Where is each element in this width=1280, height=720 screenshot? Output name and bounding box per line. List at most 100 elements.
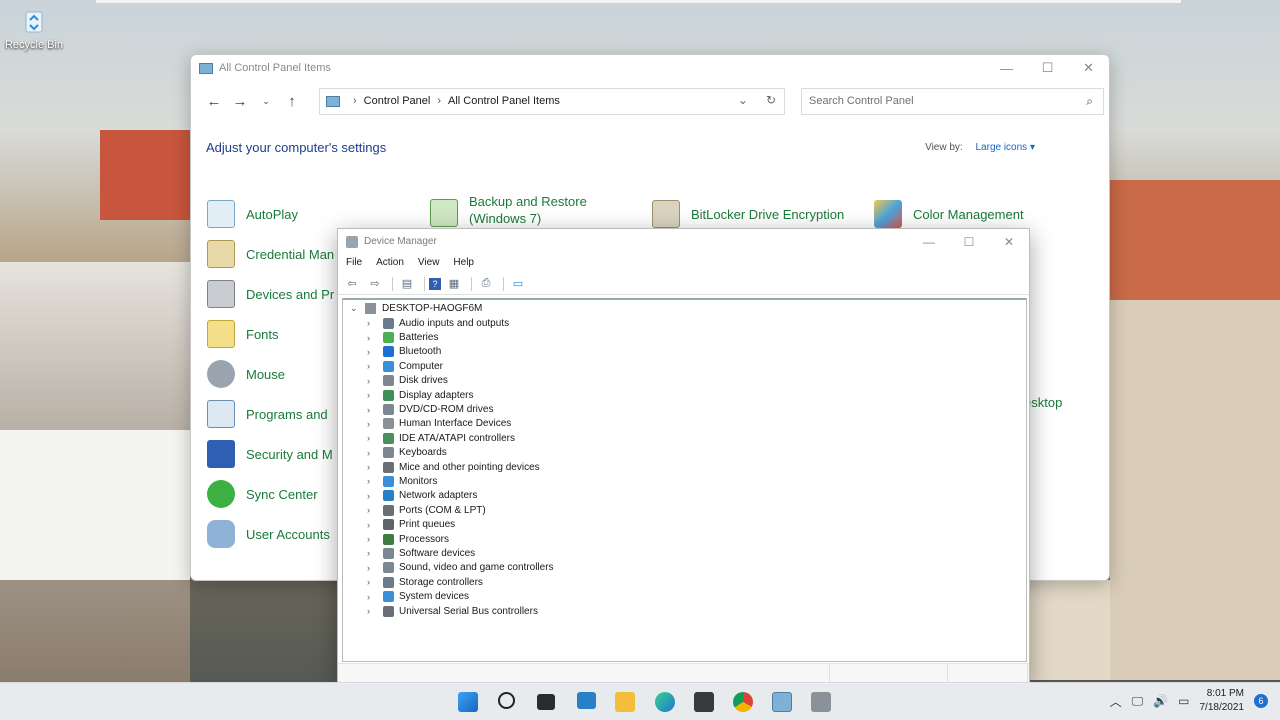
- volume-icon[interactable]: 🔊: [1153, 694, 1168, 708]
- task-view-icon[interactable]: [537, 694, 555, 710]
- widgets-icon[interactable]: [577, 692, 596, 709]
- device-category-item[interactable]: › Network adapters: [343, 489, 1026, 503]
- chevron-right-icon[interactable]: ›: [367, 318, 377, 328]
- minimize-button[interactable]: —: [909, 229, 949, 254]
- device-category-item[interactable]: › Print queues: [343, 517, 1026, 531]
- chevron-right-icon[interactable]: ›: [367, 462, 377, 472]
- forward-arrow-icon[interactable]: ⇨: [365, 276, 385, 292]
- device-category-item[interactable]: › Mice and other pointing devices: [343, 460, 1026, 474]
- device-category-item[interactable]: › DVD/CD-ROM drives: [343, 402, 1026, 416]
- show-hidden-icons-chevron-icon[interactable]: ︿: [1110, 693, 1122, 710]
- monitor-icon[interactable]: ▭: [508, 276, 528, 292]
- control-panel-taskbar-icon[interactable]: [772, 692, 792, 712]
- recycle-bin[interactable]: Recycle Bin: [4, 6, 64, 51]
- cp-item-programs-features[interactable]: Programs and: [207, 400, 328, 428]
- file-explorer-icon[interactable]: [615, 692, 635, 712]
- breadcrumb-all-items[interactable]: All Control Panel Items: [448, 95, 560, 107]
- cp-item-autoplay[interactable]: AutoPlay: [207, 200, 298, 228]
- cp-item-color-management[interactable]: Color Management: [874, 200, 1024, 228]
- device-category-item[interactable]: › Ports (COM & LPT): [343, 503, 1026, 517]
- menu-help[interactable]: Help: [453, 257, 474, 268]
- scan-hardware-icon[interactable]: ⎙: [476, 276, 496, 292]
- cp-item-sync-center[interactable]: Sync Center: [207, 480, 318, 508]
- chevron-right-icon[interactable]: ›: [367, 448, 377, 458]
- search-icon[interactable]: [498, 692, 515, 709]
- device-category-item[interactable]: › Software devices: [343, 546, 1026, 560]
- device-category-item[interactable]: › Bluetooth: [343, 345, 1026, 359]
- up-arrow-icon[interactable]: ↑: [279, 88, 305, 114]
- help-icon[interactable]: ?: [429, 277, 441, 290]
- chevron-down-icon[interactable]: ⌄: [350, 303, 360, 314]
- chevron-right-icon[interactable]: ›: [367, 347, 377, 357]
- chevron-right-icon[interactable]: ›: [367, 405, 377, 415]
- battery-icon[interactable]: ▭: [1178, 694, 1189, 708]
- chevron-right-icon[interactable]: ›: [367, 476, 377, 486]
- device-category-item[interactable]: › Disk drives: [343, 374, 1026, 388]
- chevron-right-icon[interactable]: ›: [367, 606, 377, 616]
- device-manager-taskbar-icon[interactable]: [811, 692, 831, 712]
- address-dropdown-icon[interactable]: ⌄: [738, 93, 748, 107]
- chevron-right-icon[interactable]: ›: [367, 333, 377, 343]
- device-category-item[interactable]: › IDE ATA/ATAPI controllers: [343, 431, 1026, 445]
- recent-locations-chevron-icon[interactable]: ⌄: [253, 88, 279, 114]
- close-button[interactable]: ✕: [989, 229, 1029, 254]
- search-icon[interactable]: ⌕: [1086, 94, 1093, 109]
- close-button[interactable]: ✕: [1068, 55, 1109, 81]
- view-by-dropdown[interactable]: Large icons ▾: [975, 142, 1035, 153]
- chevron-right-icon[interactable]: ›: [367, 534, 377, 544]
- device-category-item[interactable]: › Sound, video and game controllers: [343, 561, 1026, 575]
- cp-item-bitlocker[interactable]: BitLocker Drive Encryption: [652, 200, 844, 228]
- chevron-right-icon[interactable]: ›: [367, 592, 377, 602]
- device-category-item[interactable]: › Monitors: [343, 474, 1026, 488]
- device-category-item[interactable]: › System devices: [343, 589, 1026, 603]
- device-category-item[interactable]: › Keyboards: [343, 446, 1026, 460]
- chrome-icon[interactable]: [733, 692, 753, 712]
- chevron-right-icon[interactable]: ›: [367, 419, 377, 429]
- show-hide-console-tree-icon[interactable]: ▤: [397, 276, 417, 292]
- network-icon[interactable]: 🖵: [1132, 694, 1144, 709]
- chevron-right-icon[interactable]: ›: [367, 361, 377, 371]
- store-icon[interactable]: [694, 692, 714, 712]
- search-input[interactable]: Search Control Panel ⌕: [801, 87, 1104, 115]
- chevron-right-icon[interactable]: ›: [367, 548, 377, 558]
- cp-item-credential-manager[interactable]: Credential Man: [207, 240, 334, 268]
- menu-action[interactable]: Action: [376, 257, 404, 268]
- cp-item-devices-printers[interactable]: Devices and Pr: [207, 280, 334, 308]
- address-bar[interactable]: › Control Panel › All Control Panel Item…: [319, 87, 785, 115]
- chevron-right-icon[interactable]: ›: [367, 491, 377, 501]
- chevron-right-icon[interactable]: ›: [367, 505, 377, 515]
- device-category-item[interactable]: › Storage controllers: [343, 575, 1026, 589]
- chevron-right-icon[interactable]: ›: [367, 577, 377, 587]
- cp-item-user-accounts[interactable]: User Accounts: [207, 520, 330, 548]
- device-category-item[interactable]: › Processors: [343, 532, 1026, 546]
- chevron-right-icon[interactable]: ›: [367, 376, 377, 386]
- maximize-button[interactable]: ☐: [1027, 55, 1068, 81]
- device-category-item[interactable]: › Batteries: [343, 330, 1026, 344]
- back-arrow-icon[interactable]: ⇦: [342, 276, 362, 292]
- chevron-right-icon[interactable]: ›: [367, 390, 377, 400]
- chevron-right-icon[interactable]: ›: [367, 433, 377, 443]
- forward-arrow-icon[interactable]: →: [227, 88, 253, 114]
- minimize-button[interactable]: —: [986, 55, 1027, 81]
- refresh-icon[interactable]: ↻: [766, 93, 776, 107]
- back-arrow-icon[interactable]: ←: [201, 88, 227, 114]
- device-category-item[interactable]: › Computer: [343, 359, 1026, 373]
- device-category-item[interactable]: › Display adapters: [343, 388, 1026, 402]
- properties-icon[interactable]: ▦: [444, 276, 464, 292]
- chevron-right-icon[interactable]: ›: [367, 563, 377, 573]
- cp-item-mouse[interactable]: Mouse: [207, 360, 285, 388]
- maximize-button[interactable]: ☐: [949, 229, 989, 254]
- notification-badge[interactable]: 6: [1254, 694, 1268, 708]
- tree-root[interactable]: ⌄ DESKTOP-HAOGF6M: [343, 301, 1026, 316]
- device-category-item[interactable]: › Human Interface Devices: [343, 417, 1026, 431]
- device-category-item[interactable]: › Audio inputs and outputs: [343, 316, 1026, 330]
- menu-file[interactable]: File: [346, 257, 362, 268]
- cp-item-backup-restore[interactable]: Backup and Restore (Windows 7): [430, 193, 587, 227]
- clock[interactable]: 8:01 PM 7/18/2021: [1200, 687, 1245, 715]
- chevron-right-icon[interactable]: ›: [367, 520, 377, 530]
- start-icon[interactable]: [458, 692, 478, 712]
- device-category-item[interactable]: › Universal Serial Bus controllers: [343, 604, 1026, 618]
- cp-item-security-maintenance[interactable]: Security and M: [207, 440, 333, 468]
- menu-view[interactable]: View: [418, 257, 440, 268]
- breadcrumb-control-panel[interactable]: Control Panel: [364, 95, 431, 107]
